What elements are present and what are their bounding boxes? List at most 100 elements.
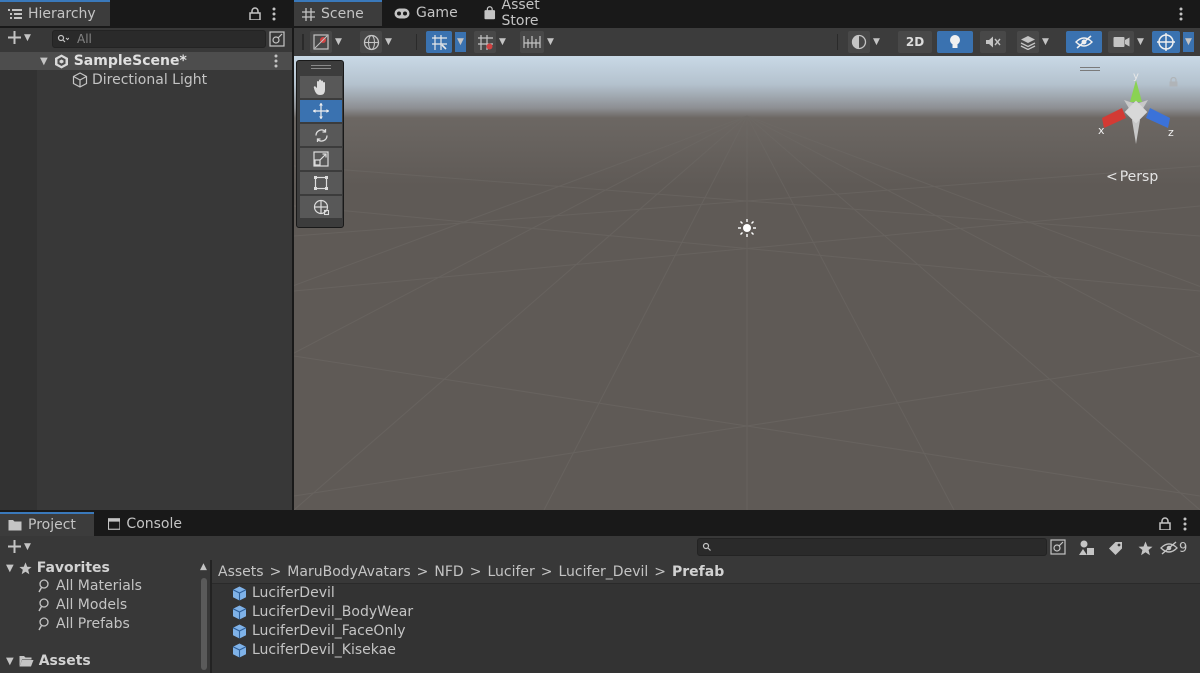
- breadcrumb-current[interactable]: Prefab: [672, 564, 724, 580]
- gizmo-x-cone[interactable]: [1102, 108, 1126, 128]
- camera-icon: [1113, 37, 1129, 47]
- hierarchy-item[interactable]: Directional Light: [0, 71, 292, 89]
- breadcrumb-item[interactable]: MaruBodyAvatars: [287, 564, 410, 580]
- kebab-menu-icon[interactable]: [1183, 517, 1187, 535]
- camera-settings-button[interactable]: ▼: [1108, 31, 1144, 53]
- layers-icon: [1020, 35, 1036, 50]
- create-button[interactable]: ▼: [8, 540, 31, 553]
- tree-scrollbar[interactable]: ▲: [198, 560, 210, 673]
- expand-arrow-icon[interactable]: ▼: [6, 563, 14, 574]
- breadcrumb-item[interactable]: Lucifer_Devil: [559, 564, 649, 580]
- orientation-gizmo[interactable]: y x z: [1092, 72, 1176, 152]
- ruler-button[interactable]: ▼: [520, 31, 554, 53]
- effects-button[interactable]: ▼: [1017, 31, 1049, 53]
- scroll-up-arrow-icon[interactable]: ▲: [200, 562, 207, 572]
- gizmo-menu-handle[interactable]: [1080, 67, 1100, 71]
- hierarchy-search-input[interactable]: All: [52, 30, 266, 48]
- projection-toggle[interactable]: < Persp: [1106, 169, 1158, 185]
- transform-tool-button[interactable]: [300, 196, 342, 218]
- 2d-toggle-button[interactable]: 2D: [898, 31, 932, 53]
- gizmo-y-cone[interactable]: [1130, 80, 1142, 102]
- search-expand-icon[interactable]: [1049, 538, 1067, 560]
- asset-name: LuciferDevil_Kisekae: [252, 642, 396, 658]
- tab-project-label: Project: [28, 517, 76, 533]
- folder-icon: [8, 520, 22, 531]
- gizmos-button[interactable]: ▼: [1152, 31, 1194, 53]
- scroll-thumb[interactable]: [201, 578, 207, 670]
- directional-light-gizmo[interactable]: [738, 219, 756, 237]
- tab-console[interactable]: Console: [100, 512, 190, 536]
- favorites-label: Favorites: [36, 560, 110, 576]
- kebab-menu-icon[interactable]: [274, 54, 278, 68]
- chevron-down-icon: ▼: [547, 37, 554, 47]
- scene-viewport[interactable]: y x z < Persp: [294, 56, 1200, 510]
- favorite-item[interactable]: All Materials: [38, 578, 142, 594]
- search-by-type-button[interactable]: [1075, 538, 1099, 558]
- audio-toggle-button[interactable]: [980, 31, 1006, 53]
- tab-game[interactable]: Game: [386, 0, 470, 26]
- scene-name: SampleScene*: [73, 53, 187, 69]
- tab-hierarchy[interactable]: Hierarchy: [0, 0, 110, 26]
- list-item[interactable]: LuciferDevil_Kisekae: [232, 641, 396, 659]
- gizmo-z-cone[interactable]: [1146, 108, 1170, 128]
- favorite-item-label: All Prefabs: [56, 616, 130, 632]
- ruler-icon: [523, 36, 541, 48]
- favorites-header[interactable]: ▼ Favorites: [6, 560, 110, 576]
- scene-visibility-button[interactable]: [1066, 31, 1102, 53]
- search-icon: [702, 542, 711, 551]
- breadcrumb-separator-icon: >: [469, 563, 482, 580]
- expand-arrow-icon[interactable]: ▼: [6, 656, 14, 667]
- increment-snap-button[interactable]: ▼: [474, 31, 506, 53]
- tab-scene[interactable]: Scene: [294, 0, 382, 26]
- tab-project[interactable]: Project: [0, 512, 94, 536]
- gizmo-x-label: x: [1098, 124, 1105, 137]
- view-options-button[interactable]: ▼: [360, 31, 392, 53]
- search-by-label-button[interactable]: [1103, 538, 1127, 558]
- shading-mode-button[interactable]: ▼: [848, 31, 880, 53]
- favorite-item[interactable]: All Prefabs: [38, 616, 130, 632]
- tab-asset-store-label: Asset Store: [501, 0, 540, 29]
- scale-tool-button[interactable]: [300, 148, 342, 170]
- gamepad-icon: [394, 8, 410, 18]
- search-expand-icon[interactable]: [268, 30, 286, 52]
- list-item[interactable]: LuciferDevil: [232, 584, 335, 602]
- breadcrumb-item[interactable]: Assets: [218, 564, 264, 580]
- toolbar-separator: [837, 34, 838, 50]
- rotate-tool-button[interactable]: [300, 124, 342, 146]
- list-item[interactable]: LuciferDevil_BodyWear: [232, 603, 413, 621]
- draw-mode-button[interactable]: ▼: [310, 31, 342, 53]
- tab-asset-store[interactable]: Asset Store: [476, 0, 586, 29]
- lighting-toggle-button[interactable]: [937, 31, 973, 53]
- overlay-drag-handle[interactable]: [311, 65, 331, 69]
- favorite-button[interactable]: [1133, 538, 1157, 558]
- shopping-bag-icon: [484, 6, 496, 20]
- hidden-packages-toggle[interactable]: 9: [1160, 538, 1187, 558]
- kebab-menu-icon[interactable]: [272, 7, 276, 25]
- kebab-menu-icon[interactable]: [1179, 7, 1183, 25]
- prefab-icon: [232, 605, 247, 619]
- plus-icon: [8, 540, 21, 553]
- expand-arrow-icon[interactable]: ▼: [40, 56, 48, 67]
- lock-icon[interactable]: [249, 7, 261, 24]
- list-item[interactable]: LuciferDevil_FaceOnly: [232, 622, 406, 640]
- tab-console-label: Console: [126, 516, 182, 532]
- chevron-down-icon: ▼: [873, 37, 880, 47]
- favorite-item[interactable]: All Models: [38, 597, 127, 613]
- grid-snapping-button[interactable]: ▼: [426, 31, 466, 53]
- breadcrumb-item[interactable]: Lucifer: [487, 564, 534, 580]
- shading-sphere-icon: [851, 34, 867, 50]
- hand-tool-button[interactable]: [300, 76, 342, 98]
- move-tool-button[interactable]: [300, 100, 342, 122]
- favorite-item-label: All Materials: [56, 578, 142, 594]
- project-search-input[interactable]: [697, 538, 1047, 556]
- breadcrumb-separator-icon: >: [540, 563, 553, 580]
- scene-row[interactable]: ▼ SampleScene*: [0, 52, 292, 70]
- breadcrumb-item[interactable]: NFD: [434, 564, 463, 580]
- add-button[interactable]: ▼: [8, 31, 31, 44]
- rect-tool-button[interactable]: [300, 172, 342, 194]
- assets-header[interactable]: ▼ Assets: [6, 653, 91, 669]
- tab-game-label: Game: [416, 5, 458, 21]
- audio-mute-icon: [986, 36, 1001, 48]
- lock-icon[interactable]: [1159, 517, 1171, 534]
- scene-toolbar: ▼ ▼ ▼ ▼ ▼ ▼ 2D ▼ ▼ ▼: [294, 28, 1200, 56]
